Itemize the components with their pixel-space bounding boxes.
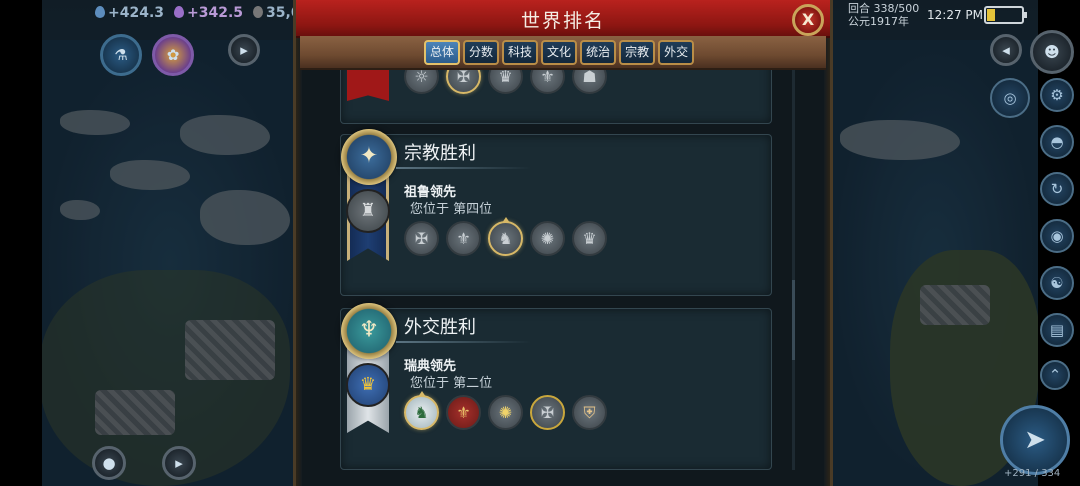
panel-edge-left: [296, 0, 302, 486]
iron-cross-icon[interactable]: ✠: [404, 221, 439, 256]
tab-religion[interactable]: 宗教: [619, 40, 656, 65]
religious-victory-card: ✦ ♜ 宗教胜利 祖鲁领先 您位于 第四位 ✠ ⚜ ♞ ✺ ♛: [340, 129, 772, 296]
faith-yield: +342.5: [174, 5, 243, 21]
shield-icon[interactable]: ⛨: [572, 395, 607, 430]
religion-medal-icon: ✦: [341, 129, 397, 185]
science-icon: [95, 6, 105, 18]
fleur-de-lis-icon[interactable]: ⚜: [446, 221, 481, 256]
chevron-right-icon: ▸: [240, 41, 248, 59]
gear-icon: ⚙: [1050, 86, 1064, 104]
science-overview-button[interactable]: ⚗: [100, 34, 142, 76]
turn-counter: 回合 338/500: [848, 2, 920, 15]
tab-bar: 总体 分数 科技 文化 统治 宗教 外交: [300, 36, 826, 70]
lens-button-5[interactable]: ☯: [1040, 266, 1074, 300]
flask-icon: ⚗: [114, 46, 128, 64]
map-option-button-2[interactable]: ▸: [162, 446, 196, 480]
back-arrow-button[interactable]: ▸: [228, 34, 260, 66]
science-yield: +424.3: [95, 5, 164, 21]
title-underline: [396, 341, 531, 343]
wolf-head-icon[interactable]: ♞: [488, 221, 523, 256]
diplomatic-victory-card: ♆ ♛ 外交胜利 瑞典领先 您位于 第二位 ♞ ⚜ ✺ ✠ ⛨: [340, 303, 772, 470]
globe-icon: ◎: [1003, 89, 1017, 107]
diplomacy-medal-icon: ♆: [341, 303, 397, 359]
faith-value: +342.5: [187, 5, 244, 21]
lens-button-1[interactable]: ⚙: [1040, 78, 1074, 112]
tab-culture[interactable]: 文化: [541, 40, 578, 65]
tab-science[interactable]: 科技: [502, 40, 539, 65]
lens-button-2[interactable]: ◓: [1040, 125, 1074, 159]
religious-victory-title: 宗教胜利: [404, 143, 476, 164]
tab-score[interactable]: 分数: [463, 40, 500, 65]
diplomatic-victory-title: 外交胜利: [404, 317, 476, 338]
panel-title: 世界排名: [520, 10, 605, 32]
drop-icon: ●: [102, 454, 116, 472]
dome-icon: ◓: [1050, 133, 1064, 151]
tab-overall[interactable]: 总体: [424, 40, 461, 65]
religion-civ-row: ✠ ⚜ ♞ ✺ ♛: [404, 221, 607, 256]
world-view-button[interactable]: ◎: [990, 78, 1030, 118]
scrollbar-thumb[interactable]: [792, 280, 795, 360]
turn-progress-text: +291 / 334: [1004, 468, 1061, 479]
arrow-right-icon: ➤: [1024, 425, 1046, 455]
lens-button-6[interactable]: ▤: [1040, 313, 1074, 347]
chalice-icon: ♆: [359, 317, 379, 343]
swirl-icon: ☯: [1050, 274, 1064, 292]
dove-icon: ✦: [359, 143, 379, 169]
chevron-left-icon: ◂: [1002, 41, 1010, 59]
lens-button-4[interactable]: ◉: [1040, 219, 1074, 253]
leader-civ-badge-sweden: ♛: [346, 363, 390, 407]
leader-portrait-button[interactable]: ☻: [1030, 30, 1074, 74]
iron-cross-icon[interactable]: ✠: [530, 395, 565, 430]
back-button-right[interactable]: ◂: [990, 34, 1022, 66]
panel-edge-right: [824, 0, 830, 486]
clock: 12:27 PM: [927, 8, 983, 22]
world-rankings-panel: ☼ ✠ ♛ ⚜ ☗ 世界排名 X 总体 分数 科技 文化 统治 宗教 外交 ✦ …: [293, 0, 833, 486]
battery-icon: [984, 6, 1027, 24]
title-banner: 世界排名 X: [296, 0, 830, 38]
chevron-right-icon: ▸: [175, 454, 183, 472]
lens-button-3[interactable]: ↻: [1040, 172, 1074, 206]
game-date: 公元1917年: [848, 15, 909, 28]
tab-diplomacy[interactable]: 外交: [658, 40, 695, 65]
eye-icon: ◉: [1050, 227, 1064, 245]
sun-icon[interactable]: ✺: [530, 221, 565, 256]
turn-info: 回合 338/500 公元1917年: [848, 2, 919, 28]
wolf-head-icon[interactable]: ♞: [404, 395, 439, 430]
faith-icon: [174, 6, 185, 18]
next-turn-button[interactable]: ➤: [1000, 405, 1070, 475]
panel-scrollbar[interactable]: [792, 70, 795, 470]
civics-overview-button[interactable]: ✿: [152, 34, 194, 76]
title-underline: [396, 167, 531, 169]
civics-icon: ✿: [166, 46, 180, 64]
sun-icon[interactable]: ✺: [488, 395, 523, 430]
crown-icon[interactable]: ♛: [572, 221, 607, 256]
science-value: +424.3: [108, 5, 165, 21]
tab-list: 总体 分数 科技 文化 统治 宗教 外交: [424, 40, 695, 65]
diplomacy-civ-row: ♞ ⚜ ✺ ✠ ⛨: [404, 395, 607, 430]
fleur-de-lis-icon[interactable]: ⚜: [446, 395, 481, 430]
tab-domination[interactable]: 统治: [580, 40, 617, 65]
gold-icon: [253, 6, 264, 18]
cycle-icon: ↻: [1050, 180, 1064, 198]
resource-bar: +424.3 +342.5 35,0: [95, 0, 301, 26]
close-button[interactable]: X: [792, 4, 824, 36]
chevron-up-icon: ⌃: [1048, 366, 1062, 384]
leader-civ-badge: ♜: [346, 189, 390, 233]
expand-button[interactable]: ⌃: [1040, 360, 1070, 390]
religion-rank-text: 您位于 第四位: [410, 202, 493, 217]
map-option-button[interactable]: ●: [92, 446, 126, 480]
leader-portrait-icon: ☻: [1044, 43, 1060, 61]
diplomacy-rank-text: 您位于 第二位: [410, 376, 493, 391]
scroll-icon: ▤: [1049, 321, 1065, 339]
